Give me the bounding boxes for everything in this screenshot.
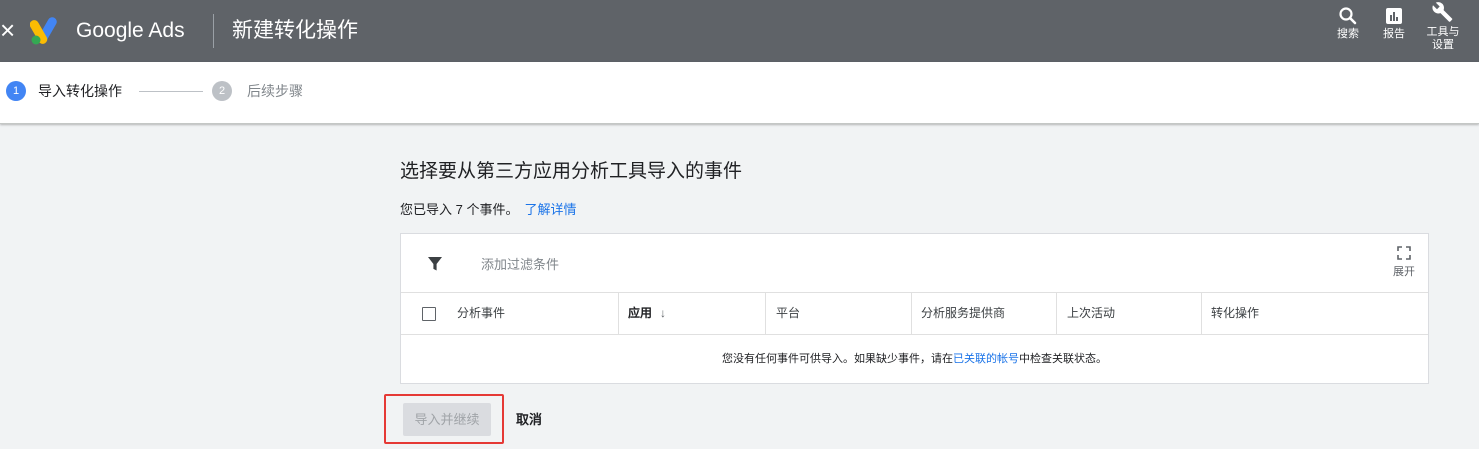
column-header-conversion-action[interactable]: 转化操作 xyxy=(1211,293,1259,334)
expand-button[interactable]: 展开 xyxy=(1389,246,1419,279)
column-divider xyxy=(1056,293,1057,334)
select-all-checkbox[interactable] xyxy=(422,307,436,321)
column-header-platform[interactable]: 平台 xyxy=(776,293,800,334)
section-title: 选择要从第三方应用分析工具导入的事件 xyxy=(400,161,743,182)
search-icon xyxy=(1339,7,1357,25)
brand-name: Google Ads xyxy=(76,19,185,42)
filter-bar: 添加过滤条件 展开 xyxy=(401,234,1428,293)
cancel-button[interactable]: 取消 xyxy=(516,403,542,436)
close-icon[interactable]: × xyxy=(0,14,22,46)
step-2-label: 后续步骤 xyxy=(247,83,303,99)
column-divider xyxy=(765,293,766,334)
column-header-app[interactable]: 应用 ↓ xyxy=(628,293,666,334)
step-connector xyxy=(139,91,203,92)
tools-settings-button[interactable]: 工具与 设置 xyxy=(1420,0,1466,52)
empty-message-text-end: 中检查关联状态。 xyxy=(1019,353,1107,365)
step-2-number: 2 xyxy=(212,81,232,101)
wrench-icon xyxy=(1432,2,1453,22)
empty-message-text: 您没有任何事件可供导入。如果缺少事件，请在 xyxy=(722,353,953,365)
learn-more-link[interactable]: 了解详情 xyxy=(524,202,576,217)
column-header-last-activity[interactable]: 上次活动 xyxy=(1067,293,1115,334)
google-ads-logo xyxy=(30,17,57,45)
sort-down-icon: ↓ xyxy=(660,306,667,320)
column-divider xyxy=(618,293,619,334)
bar-chart-icon xyxy=(1386,8,1402,24)
search-button[interactable]: 搜索 xyxy=(1325,6,1371,41)
stepper: 1 导入转化操作 2 后续步骤 xyxy=(0,62,1479,124)
reports-label: 报告 xyxy=(1383,28,1405,40)
page-title: 新建转化操作 xyxy=(232,19,358,42)
reports-button[interactable]: 报告 xyxy=(1371,6,1417,41)
column-header-app-label: 应用 xyxy=(628,306,653,320)
imported-count-text: 您已导入 7 个事件。 xyxy=(400,202,519,217)
brand-divider xyxy=(213,14,214,48)
top-app-bar: × Google Ads 新建转化操作 搜索 报告 工具与 设置 xyxy=(0,0,1479,62)
column-header-analytics-provider[interactable]: 分析服务提供商 xyxy=(921,293,1005,334)
column-divider xyxy=(911,293,912,334)
column-divider xyxy=(1201,293,1202,334)
events-table-card: 添加过滤条件 展开 分析事件 应用 ↓ 平台 分析服务提供商 上次活动 转化操作 … xyxy=(400,233,1429,384)
filter-icon[interactable] xyxy=(427,256,443,272)
step-1-label[interactable]: 导入转化操作 xyxy=(38,81,122,101)
empty-state-message: 您没有任何事件可供导入。如果缺少事件，请在已关联的帐号中检查关联状态。 xyxy=(401,335,1428,383)
linked-accounts-link[interactable]: 已关联的帐号 xyxy=(953,353,1019,365)
fullscreen-icon xyxy=(1397,246,1411,260)
tools-settings-label-line2: 设置 xyxy=(1432,39,1454,51)
step-1-number: 1 xyxy=(6,81,26,101)
search-label: 搜索 xyxy=(1337,28,1359,40)
tools-settings-label-line1: 工具与 xyxy=(1426,26,1460,38)
import-and-continue-button[interactable]: 导入并继续 xyxy=(403,403,491,436)
expand-label: 展开 xyxy=(1393,266,1415,278)
add-filter-input[interactable]: 添加过滤条件 xyxy=(481,256,559,274)
table-header-row: 分析事件 应用 ↓ 平台 分析服务提供商 上次活动 转化操作 xyxy=(401,293,1428,335)
subtitle: 您已导入 7 个事件。 了解详情 xyxy=(400,201,576,219)
column-header-analytics-event[interactable]: 分析事件 xyxy=(457,293,505,334)
